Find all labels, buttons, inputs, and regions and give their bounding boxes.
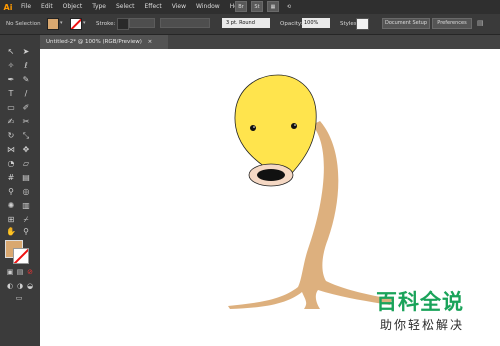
mesh-tool-icon[interactable]: # — [5, 173, 17, 183]
selection-tool-icon[interactable]: ↖ — [5, 47, 17, 57]
brush-definition[interactable]: 3 pt. Round — [222, 18, 270, 28]
app-logo: Ai — [3, 2, 13, 12]
menu-file[interactable]: File — [16, 0, 36, 14]
graphic-style-swatch[interactable] — [356, 18, 369, 30]
menu-window[interactable]: Window — [191, 0, 225, 14]
stroke-weight-field[interactable] — [117, 18, 129, 30]
shape-builder-tool-icon[interactable]: ◔ — [5, 159, 17, 169]
menu-object[interactable]: Object — [58, 0, 88, 14]
bridge-icon[interactable]: Br — [235, 1, 247, 12]
menu-type[interactable]: Type — [87, 0, 111, 14]
menu-bar: Ai File Edit Object Type Select Effect V… — [0, 0, 500, 14]
perspective-tool-icon[interactable]: ▱ — [20, 159, 32, 169]
hand-tool-icon[interactable]: ✋ — [5, 227, 17, 237]
menu-effect[interactable]: Effect — [140, 0, 167, 14]
slice-tool-icon[interactable]: ⌿ — [20, 215, 32, 225]
watermark: 百科全说 助你轻松解决 — [376, 286, 496, 338]
preferences-button[interactable]: Preferences — [432, 18, 472, 29]
brush-label: 3 pt. Round — [226, 20, 255, 26]
document-tab[interactable]: Untitled-2* @ 100% (RGB/Preview) × — [40, 35, 168, 49]
none-mode-icon[interactable]: ⊘ — [24, 267, 36, 277]
opacity-field[interactable]: 100% — [302, 18, 330, 28]
opacity-label[interactable]: Opacity: — [280, 21, 303, 27]
left-eye — [250, 125, 256, 131]
stroke-dropdown-icon[interactable]: ▾ — [83, 18, 89, 28]
gradient-tool-icon[interactable]: ▤ — [20, 173, 32, 183]
arrange-grid-icon[interactable]: ▦ — [267, 1, 279, 12]
head-shape — [234, 74, 317, 175]
stock-icon[interactable]: St — [251, 1, 263, 12]
menu-select[interactable]: Select — [111, 0, 140, 14]
tab-bar-background — [168, 35, 500, 49]
stroke-label: Stroke: — [96, 21, 116, 27]
pen-tool-icon[interactable]: ✒ — [5, 75, 17, 85]
scale-tool-icon[interactable]: ⤡ — [20, 131, 32, 141]
mouth-opening — [257, 169, 285, 181]
line-tool-icon[interactable]: / — [20, 89, 32, 99]
symbol-sprayer-tool-icon[interactable]: ✺ — [5, 201, 17, 211]
shaper-tool-icon[interactable]: ✍ — [5, 117, 17, 127]
free-transform-tool-icon[interactable]: ✥ — [20, 145, 32, 155]
arrange-icon[interactable]: ▤ — [477, 18, 484, 28]
control-bar: No Selection ▾ ▾ Stroke: 3 pt. Round Opa… — [0, 14, 500, 35]
direct-selection-tool-icon[interactable]: ➤ — [20, 47, 32, 57]
stroke-color-box[interactable] — [13, 248, 29, 264]
variable-width-profile[interactable] — [160, 18, 210, 28]
close-tab-icon[interactable]: × — [148, 39, 153, 45]
stroke-color-swatch[interactable] — [70, 18, 82, 30]
selection-status: No Selection — [6, 21, 41, 27]
fill-dropdown-icon[interactable]: ▾ — [60, 18, 66, 28]
draw-inside-icon[interactable]: ◒ — [24, 281, 36, 291]
zoom-tool-icon[interactable]: ⚲ — [20, 227, 32, 237]
magic-wand-tool-icon[interactable]: ✧ — [5, 61, 17, 71]
sync-icon[interactable]: ⟲ — [283, 1, 295, 12]
screen-mode-icon[interactable]: ▭ — [13, 293, 25, 303]
watermark-subtitle: 助你轻松解决 — [380, 318, 465, 332]
type-tool-icon[interactable]: T — [5, 89, 17, 99]
lasso-tool-icon[interactable]: ℓ — [20, 61, 32, 71]
paintbrush-tool-icon[interactable]: ✐ — [20, 103, 32, 113]
rotate-tool-icon[interactable]: ↻ — [5, 131, 17, 141]
menu-edit[interactable]: Edit — [36, 0, 58, 14]
watermark-title: 百科全说 — [376, 290, 464, 314]
right-eye — [291, 123, 297, 129]
fill-color-swatch[interactable] — [47, 18, 59, 30]
menu-view[interactable]: View — [167, 0, 191, 14]
artboard-tool-icon[interactable]: ⊞ — [5, 215, 17, 225]
document-setup-button[interactable]: Document Setup — [382, 18, 430, 29]
graph-tool-icon[interactable]: ▥ — [20, 201, 32, 211]
eraser-tool-icon[interactable]: ✂ — [20, 117, 32, 127]
curvature-tool-icon[interactable]: ✎ — [20, 75, 32, 85]
eyedropper-tool-icon[interactable]: ⚲ — [5, 187, 17, 197]
width-tool-icon[interactable]: ⋈ — [5, 145, 17, 155]
stroke-weight-dropdown[interactable] — [129, 18, 155, 28]
tools-panel: ↖ ➤ ✧ ℓ ✒ ✎ T / ▭ ✐ ✍ ✂ ↻ ⤡ ⋈ ✥ ◔ ▱ # ▤ … — [0, 35, 41, 346]
blend-tool-icon[interactable]: ◎ — [20, 187, 32, 197]
rectangle-tool-icon[interactable]: ▭ — [5, 103, 17, 113]
document-tab-title: Untitled-2* @ 100% (RGB/Preview) — [46, 39, 142, 45]
